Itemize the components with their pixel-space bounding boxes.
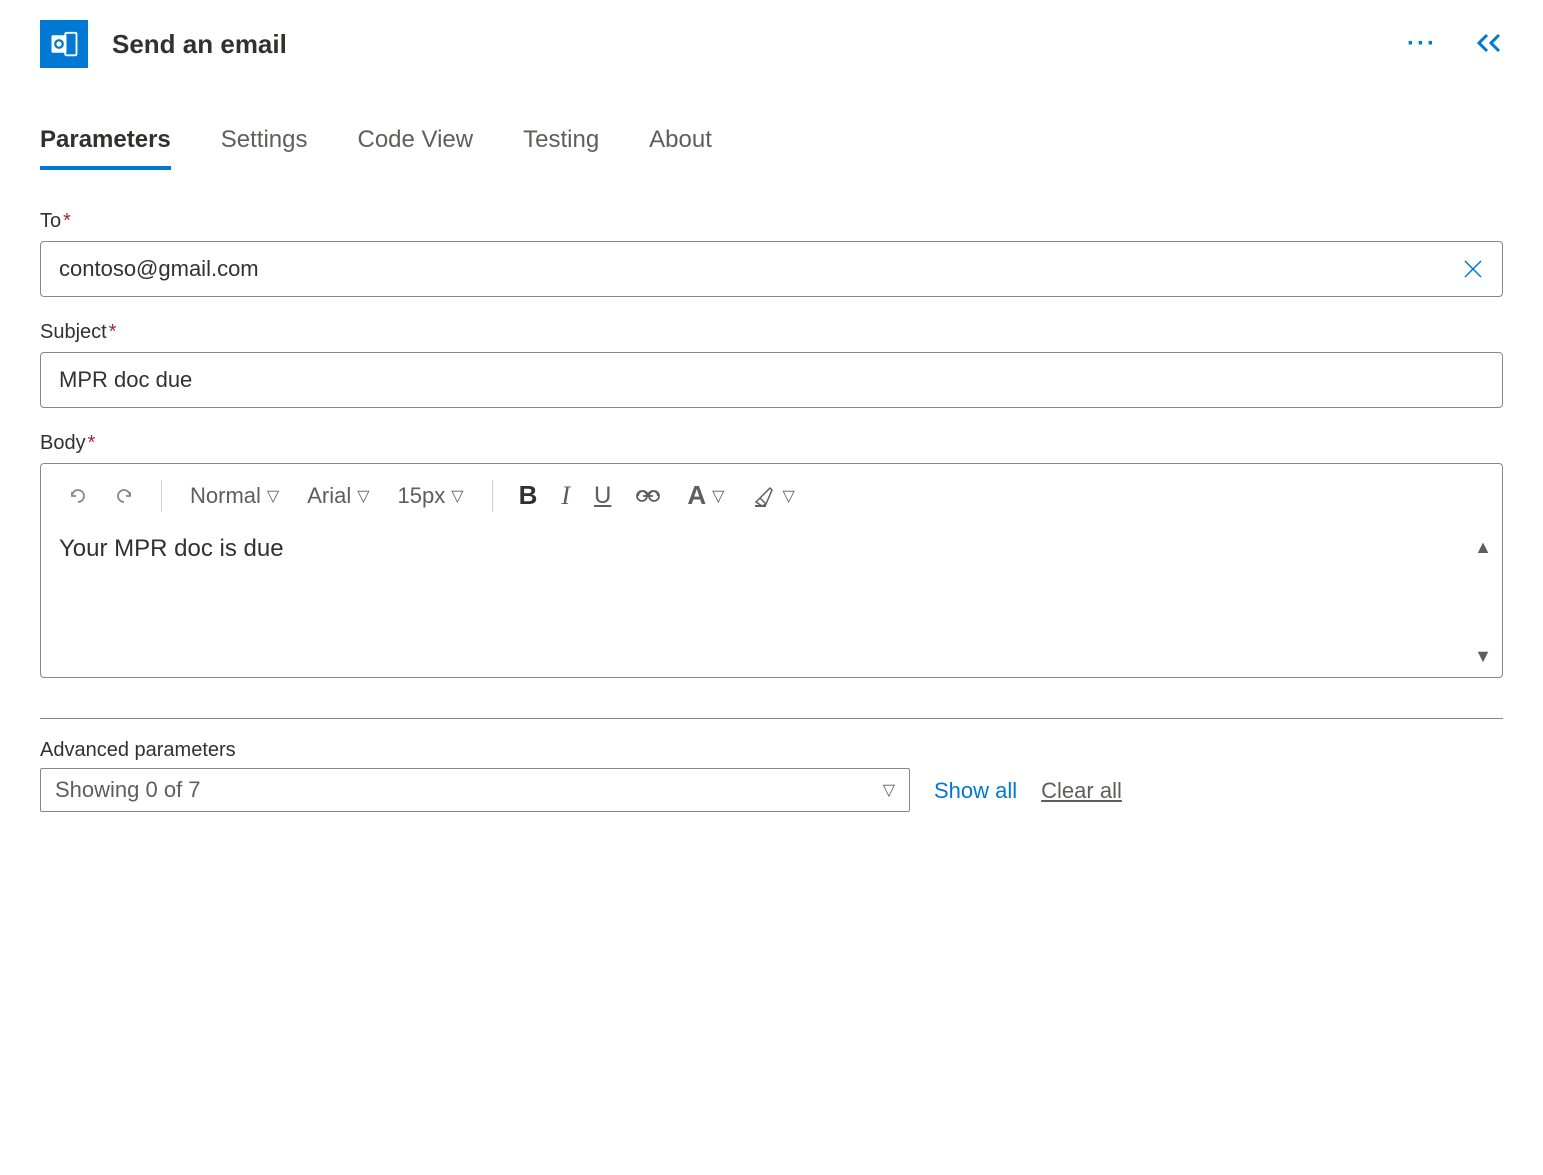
subject-field-group: Subject* [40,321,1503,408]
to-label-text: To [40,210,61,232]
scroll-down-button[interactable]: ▼ [1474,646,1492,667]
clear-all-button[interactable]: Clear all [1041,778,1122,812]
tab-parameters[interactable]: Parameters [40,118,171,170]
to-input-wrapper [40,241,1503,297]
advanced-parameters-dropdown[interactable]: Showing 0 of 7 ▽ [40,768,910,812]
tab-about[interactable]: About [649,118,712,170]
tab-testing[interactable]: Testing [523,118,599,170]
required-asterisk: * [88,432,96,454]
undo-button[interactable] [59,479,97,513]
to-field-group: To* [40,210,1503,297]
advanced-parameters-section: Advanced parameters Showing 0 of 7 ▽ Sho… [40,739,1503,812]
tab-settings[interactable]: Settings [221,118,308,170]
show-all-button[interactable]: Show all [934,778,1017,812]
required-asterisk: * [109,321,117,343]
editor-toolbar: Normal ▽ Arial ▽ 15px ▽ B I U A ▽ [41,464,1502,527]
subject-label: Subject* [40,321,1503,344]
toolbar-separator [492,480,493,512]
subject-label-text: Subject [40,321,107,343]
subject-input[interactable] [41,353,1502,407]
header-right: ··· [1407,29,1503,60]
subject-input-wrapper [40,352,1503,408]
font-color-button[interactable]: A ▽ [677,474,734,517]
panel-title: Send an email [112,29,287,60]
editor-scroll: ▲ ▼ [1474,537,1492,667]
size-label: 15px [398,483,446,509]
tab-bar: Parameters Settings Code View Testing Ab… [40,118,1503,170]
font-dropdown[interactable]: Arial ▽ [297,477,379,515]
chevron-down-icon: ▽ [357,486,369,506]
advanced-showing-text: Showing 0 of 7 [55,777,201,803]
font-label: Arial [307,483,351,509]
highlight-button[interactable]: ▽ [742,478,804,514]
tab-code-view[interactable]: Code View [357,118,473,170]
advanced-label: Advanced parameters [40,739,910,762]
advanced-left: Advanced parameters Showing 0 of 7 ▽ [40,739,910,812]
body-field-group: Body* Normal ▽ Arial ▽ 15px ▽ B [40,432,1503,678]
chevron-down-icon: ▽ [712,486,724,506]
size-dropdown[interactable]: 15px ▽ [388,477,474,515]
bold-button[interactable]: B [511,474,546,517]
toolbar-separator [161,480,162,512]
more-options-button[interactable]: ··· [1407,30,1437,58]
clear-to-button[interactable] [1444,258,1502,280]
body-label-text: Body [40,432,86,454]
chevron-down-icon: ▽ [782,486,794,506]
scroll-up-button[interactable]: ▲ [1474,537,1492,558]
to-input[interactable] [41,242,1444,296]
collapse-panel-button[interactable] [1477,29,1503,60]
format-label: Normal [190,483,261,509]
redo-button[interactable] [105,479,143,513]
format-dropdown[interactable]: Normal ▽ [180,477,289,515]
chevron-down-icon: ▽ [451,486,463,506]
underline-button[interactable]: U [586,476,619,516]
panel-header: Send an email ··· [40,20,1503,68]
to-label: To* [40,210,1503,233]
body-textarea[interactable]: Your MPR doc is due [59,535,1484,655]
editor-body-area: Your MPR doc is due ▲ ▼ [41,527,1502,677]
section-divider [40,718,1503,719]
italic-button[interactable]: I [553,475,578,517]
body-label: Body* [40,432,1503,455]
required-asterisk: * [63,210,71,232]
outlook-icon [40,20,88,68]
header-left: Send an email [40,20,287,68]
link-button[interactable] [627,482,669,510]
body-editor: Normal ▽ Arial ▽ 15px ▽ B I U A ▽ [40,463,1503,678]
chevron-down-icon: ▽ [267,486,279,506]
chevron-down-icon: ▽ [883,780,895,800]
